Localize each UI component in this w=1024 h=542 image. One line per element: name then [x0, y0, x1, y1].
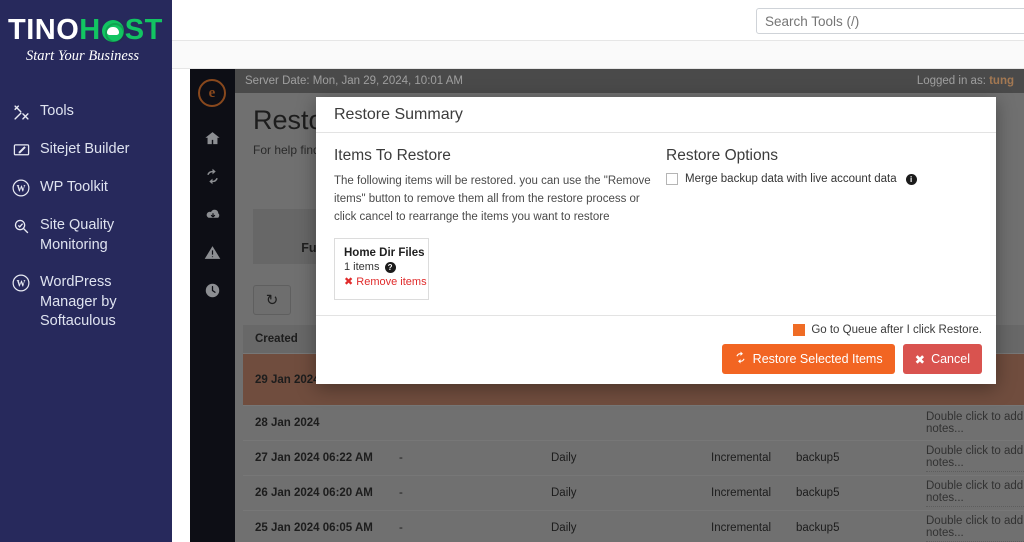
restore-selected-items-button[interactable]: Restore Selected Items — [721, 344, 895, 374]
sidebar-item-label: WP Toolkit — [40, 179, 108, 195]
sidebar-item-label: Tools — [40, 103, 74, 119]
screen: TINOH ST Start Your Business Tools Siteje… — [0, 0, 1024, 542]
brand-logo-text: TINOH ST — [0, 14, 172, 47]
sidebar-item-wp-toolkit[interactable]: W WP Toolkit — [0, 169, 172, 207]
modal-body: Items To Restore The following items wil… — [316, 133, 996, 315]
cancel-button[interactable]: ✖ Cancel — [902, 344, 982, 374]
svg-text:W: W — [17, 183, 26, 193]
restore-item-card: Home Dir Files 1 items ? ✖ Remove items — [334, 238, 429, 301]
restore-options-section: Restore Options Merge backup data with l… — [666, 147, 976, 185]
sidebar-item-label: WordPress Manager by Softaculous — [40, 274, 117, 330]
modal-button-row: Restore Selected Items ✖ Cancel — [330, 344, 982, 374]
brand-logo-cloud-icon — [101, 20, 125, 43]
top-bar-secondary-strip — [172, 41, 1024, 69]
x-icon: ✖ — [344, 276, 354, 289]
brand-logo-st: ST — [124, 14, 163, 46]
restore-item-title: Home Dir Files — [344, 247, 425, 260]
top-bar — [172, 0, 1024, 41]
brand-tagline: Start Your Business — [26, 48, 140, 64]
brand-logo[interactable]: TINOH ST Start Your Business — [0, 0, 172, 65]
restore-selected-items-label: Restore Selected Items — [752, 352, 883, 366]
sidebar-item-label: Sitejet Builder — [40, 141, 130, 157]
sidebar-item-wordpress-manager[interactable]: W WordPress Manager by Softaculous — [0, 264, 172, 341]
info-icon[interactable]: i — [905, 173, 917, 185]
sidebar-item-sitejet-builder[interactable]: Sitejet Builder — [0, 131, 172, 169]
sidebar-item-label: Site Quality Monitoring — [40, 217, 115, 253]
search-input[interactable] — [756, 8, 1024, 34]
modal-header: Restore Summary — [316, 97, 996, 133]
modal-title: Restore Summary — [334, 105, 463, 123]
sync-icon — [734, 351, 747, 367]
brand-logo-h: H — [79, 14, 101, 46]
go-to-queue-checkbox[interactable] — [793, 324, 806, 336]
question-mark-icon[interactable]: ? — [384, 262, 396, 274]
items-to-restore-description: The following items will be restored. yo… — [334, 175, 651, 223]
restore-summary-modal: Restore Summary Items To Restore The fol… — [316, 97, 996, 384]
monitor-pencil-icon — [10, 140, 32, 160]
wordpress-icon: W — [10, 178, 32, 198]
merge-backup-option-row[interactable]: Merge backup data with live account data… — [666, 173, 976, 185]
remove-items-label: Remove items — [356, 276, 427, 289]
tools-icon — [10, 102, 32, 122]
restore-options-heading: Restore Options — [666, 147, 778, 164]
merge-backup-checkbox[interactable] — [666, 173, 678, 185]
remove-items-link[interactable]: ✖ Remove items — [344, 275, 427, 289]
go-to-queue-option-row[interactable]: Go to Queue after I click Restore. — [330, 324, 982, 336]
brand-sidebar: TINOH ST Start Your Business Tools Siteje… — [0, 0, 172, 542]
sidebar-item-site-quality-monitoring[interactable]: Site Quality Monitoring — [0, 207, 172, 264]
brand-logo-tino: TINO — [8, 14, 80, 46]
items-to-restore-section: Items To Restore The following items wil… — [334, 147, 654, 301]
svg-text:W: W — [17, 279, 26, 289]
go-to-queue-label: Go to Queue after I click Restore. — [811, 324, 982, 336]
magnifier-icon — [10, 216, 32, 236]
merge-backup-label: Merge backup data with live account data — [685, 173, 897, 185]
restore-item-count: 1 items — [344, 261, 380, 274]
x-icon: ✖ — [914, 352, 926, 367]
brand-nav: Tools Sitejet Builder W WP Toolkit Site … — [0, 93, 172, 341]
modal-footer: Go to Queue after I click Restore. Resto… — [316, 315, 996, 383]
cancel-button-label: Cancel — [931, 352, 970, 366]
sidebar-item-tools[interactable]: Tools — [0, 93, 172, 131]
wordpress-icon: W — [10, 273, 32, 293]
items-to-restore-heading: Items To Restore — [334, 147, 451, 164]
